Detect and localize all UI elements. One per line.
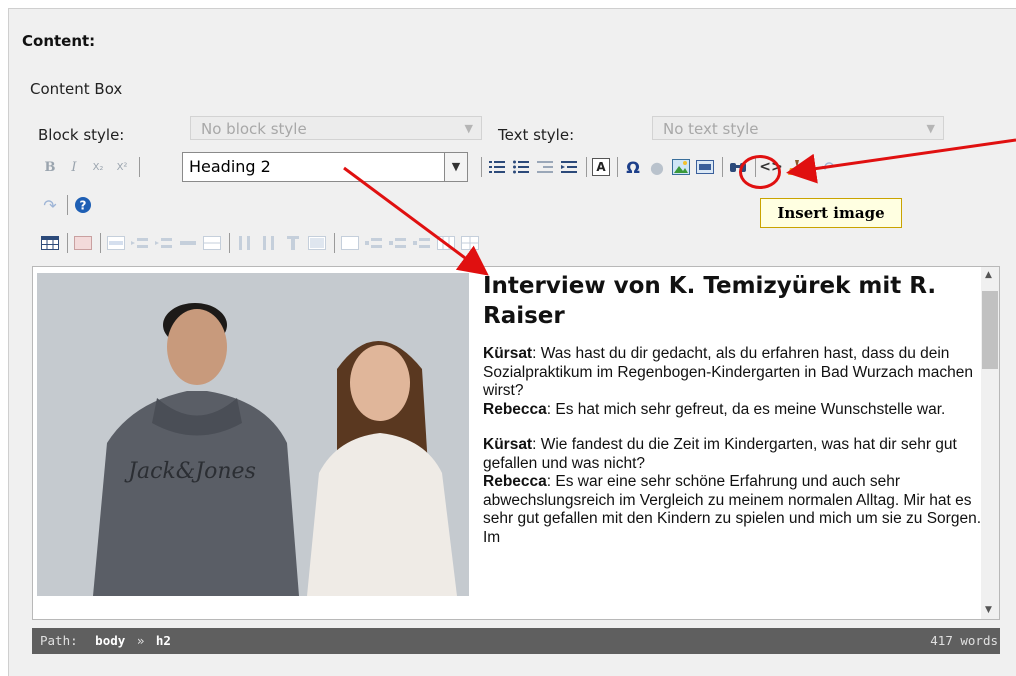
content-box-label: Content Box bbox=[30, 80, 123, 98]
insert-image-tooltip: Insert image bbox=[760, 198, 902, 228]
chevron-down-icon: ▼ bbox=[926, 122, 935, 135]
text-style-label: Text style: bbox=[498, 126, 575, 144]
table-icon[interactable] bbox=[40, 233, 60, 253]
cut-row-icon[interactable] bbox=[364, 233, 384, 253]
table-cell-props-icon[interactable] bbox=[106, 233, 126, 253]
paste-row-icon[interactable] bbox=[412, 233, 432, 253]
speaker-name: Kürsat bbox=[483, 345, 533, 362]
insert-link-icon[interactable]: ● bbox=[647, 157, 667, 177]
superscript-icon[interactable]: X² bbox=[112, 157, 132, 177]
outdent-icon[interactable] bbox=[535, 157, 555, 177]
numbered-list-icon[interactable] bbox=[487, 157, 507, 177]
toolbar-separator bbox=[100, 233, 101, 253]
font-color-icon[interactable]: A bbox=[592, 158, 610, 176]
toolbar-separator bbox=[67, 195, 68, 215]
row-before-icon[interactable] bbox=[130, 233, 150, 253]
path-body-link[interactable]: body bbox=[95, 633, 125, 648]
redo-icon[interactable]: ↷ bbox=[40, 195, 60, 215]
paste-row-after-icon[interactable] bbox=[436, 233, 456, 253]
col-before-icon[interactable] bbox=[235, 233, 255, 253]
path-label: Path: bbox=[40, 633, 78, 648]
toolbar-separator bbox=[67, 233, 68, 253]
table-grid-icon[interactable] bbox=[460, 233, 480, 253]
col-after-icon[interactable] bbox=[259, 233, 279, 253]
block-style-value: No block style bbox=[201, 120, 307, 138]
bullet-list-icon[interactable] bbox=[511, 157, 531, 177]
delete-col-icon[interactable] bbox=[283, 233, 303, 253]
scroll-down-icon[interactable]: ▼ bbox=[985, 605, 992, 615]
insert-media-icon[interactable] bbox=[695, 157, 715, 177]
scrollbar-thumb[interactable] bbox=[982, 291, 998, 369]
subscript-icon[interactable]: X₂ bbox=[88, 157, 108, 177]
question-text: : Was hast du dir gedacht, als du erfahr… bbox=[483, 345, 973, 399]
text-style-select[interactable]: No text style ▼ bbox=[652, 116, 944, 140]
toolbar-row-3 bbox=[40, 231, 484, 255]
clean-format-icon[interactable] bbox=[785, 157, 805, 177]
toolbar-row-1: B I X₂ X² bbox=[40, 155, 145, 179]
svg-text:Jack&Jones: Jack&Jones bbox=[124, 459, 256, 484]
toolbar-row-2: ↷ ? bbox=[40, 193, 97, 217]
merge-cells-icon[interactable] bbox=[307, 233, 327, 253]
text-style-value: No text style bbox=[663, 120, 759, 138]
indent-icon[interactable] bbox=[559, 157, 579, 177]
toolbar-separator bbox=[229, 233, 230, 253]
format-value: Heading 2 bbox=[189, 157, 271, 176]
speaker-name: Kürsat bbox=[483, 436, 533, 453]
paragraph: Kürsat: Was hast du dir gedacht, als du … bbox=[483, 345, 983, 419]
table-row-props-icon[interactable] bbox=[73, 233, 93, 253]
toolbar-separator bbox=[481, 157, 482, 177]
scroll-up-icon[interactable]: ▲ bbox=[985, 270, 992, 280]
italic-icon[interactable]: I bbox=[64, 157, 84, 177]
bold-icon[interactable]: B bbox=[40, 157, 60, 177]
insert-image-icon[interactable] bbox=[671, 157, 691, 177]
format-select[interactable]: Heading 2 ▼ bbox=[182, 152, 468, 182]
toolbar-row-1b: A Ω ● <> ↶ bbox=[478, 155, 842, 179]
section-title: Content: bbox=[22, 32, 96, 50]
path-status-bar: Path: body » h2 417 words bbox=[32, 628, 1000, 654]
speaker-name: Rebecca bbox=[483, 473, 547, 490]
toolbar-separator bbox=[586, 157, 587, 177]
undo-icon[interactable]: ↶ bbox=[818, 157, 838, 177]
path-h2-link[interactable]: h2 bbox=[156, 633, 171, 648]
speaker-name: Rebecca bbox=[483, 400, 547, 418]
copy-row-icon[interactable] bbox=[388, 233, 408, 253]
toolbar-separator bbox=[812, 157, 813, 177]
chevron-down-icon: ▼ bbox=[464, 122, 473, 135]
help-icon[interactable]: ? bbox=[73, 195, 93, 215]
question-text: : Wie fandest du die Zeit im Kindergarte… bbox=[483, 436, 957, 472]
special-character-icon[interactable]: Ω bbox=[623, 157, 643, 177]
article-text[interactable]: Interview von K. Temizyürek mit R. Raise… bbox=[483, 271, 983, 564]
word-count: 417 words bbox=[930, 633, 998, 648]
split-cells-icon[interactable] bbox=[202, 233, 222, 253]
photo-image[interactable]: Jack&Jones bbox=[37, 273, 469, 596]
vertical-scrollbar[interactable]: ▲ ▼ bbox=[981, 267, 999, 619]
editor-content-area[interactable]: Jack&Jones Interview von K. Temizyürek m… bbox=[32, 266, 1000, 620]
toolbar-separator bbox=[334, 233, 335, 253]
table-props-icon[interactable] bbox=[340, 233, 360, 253]
block-style-select[interactable]: No block style ▼ bbox=[190, 116, 482, 140]
answer-text: : Es hat mich sehr gefreut, da es meine … bbox=[546, 400, 946, 418]
delete-row-icon[interactable] bbox=[178, 233, 198, 253]
answer-text: : Es war eine sehr schöne Erfahrung und … bbox=[483, 473, 982, 546]
highlight-circle bbox=[739, 155, 781, 189]
toolbar-separator bbox=[139, 157, 140, 177]
toolbar-separator bbox=[617, 157, 618, 177]
chevron-down-icon[interactable]: ▼ bbox=[444, 153, 467, 181]
paragraph: Kürsat: Wie fandest du die Zeit im Kinde… bbox=[483, 436, 983, 547]
path-separator: » bbox=[136, 633, 145, 648]
article-heading: Interview von K. Temizyürek mit R. Raise… bbox=[483, 273, 937, 329]
block-style-label: Block style: bbox=[38, 126, 125, 144]
row-after-icon[interactable] bbox=[154, 233, 174, 253]
svg-text:?: ? bbox=[80, 199, 87, 213]
toolbar-separator bbox=[722, 157, 723, 177]
